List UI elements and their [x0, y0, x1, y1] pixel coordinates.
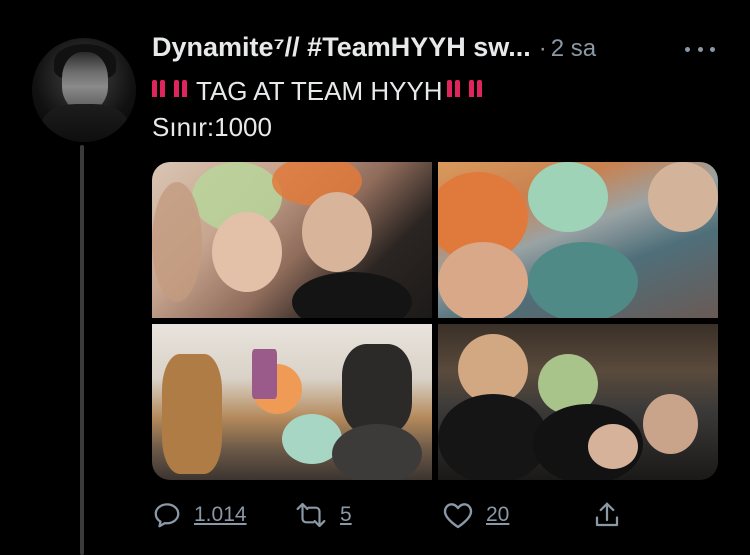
like-count[interactable]: 20: [486, 503, 509, 527]
thread-line: [80, 145, 84, 555]
share-button[interactable]: [592, 495, 622, 535]
more-options-icon[interactable]: [685, 44, 715, 54]
tweet-text-main: TAG AT TEAM HYYH: [196, 75, 443, 106]
reply-icon: [154, 503, 180, 528]
reply-count[interactable]: 1.014: [194, 503, 247, 527]
timestamp[interactable]: 2 sa: [551, 35, 596, 63]
photo-1[interactable]: [152, 162, 432, 318]
double-exclamation-icon: [446, 80, 463, 103]
retweet-icon: [296, 502, 326, 528]
double-exclamation-icon: [152, 80, 168, 103]
retweet-button[interactable]: 5: [294, 495, 352, 535]
photo-2[interactable]: [438, 162, 718, 318]
media-grid: [152, 162, 718, 480]
tweet-text-line-1: TAG AT TEAM HYYH: [152, 74, 491, 108]
avatar[interactable]: [32, 38, 136, 142]
retweet-count[interactable]: 5: [340, 503, 352, 527]
like-button[interactable]: 20: [442, 495, 509, 535]
photo-4[interactable]: [438, 324, 718, 480]
double-exclamation-icon: [468, 80, 485, 103]
header-separator: ·: [538, 35, 547, 62]
display-name[interactable]: Dynamite⁷// #TeamHYYH sw...: [152, 32, 531, 63]
tweet-text-line-2: Sınır:1000: [152, 112, 272, 142]
tweet[interactable]: Dynamite⁷// #TeamHYYH sw... · 2 sa TAG A…: [0, 0, 750, 555]
avatar-face: [62, 52, 108, 110]
tweet-header: Dynamite⁷// #TeamHYYH sw... · 2 sa: [152, 32, 596, 68]
tweet-actions: 1.014 5 20: [152, 495, 632, 535]
share-icon: [595, 502, 619, 527]
double-exclamation-icon: [174, 80, 190, 103]
avatar-body: [42, 104, 128, 142]
reply-button[interactable]: 1.014: [152, 495, 247, 535]
heart-icon: [443, 503, 473, 529]
photo-3[interactable]: [152, 324, 432, 480]
